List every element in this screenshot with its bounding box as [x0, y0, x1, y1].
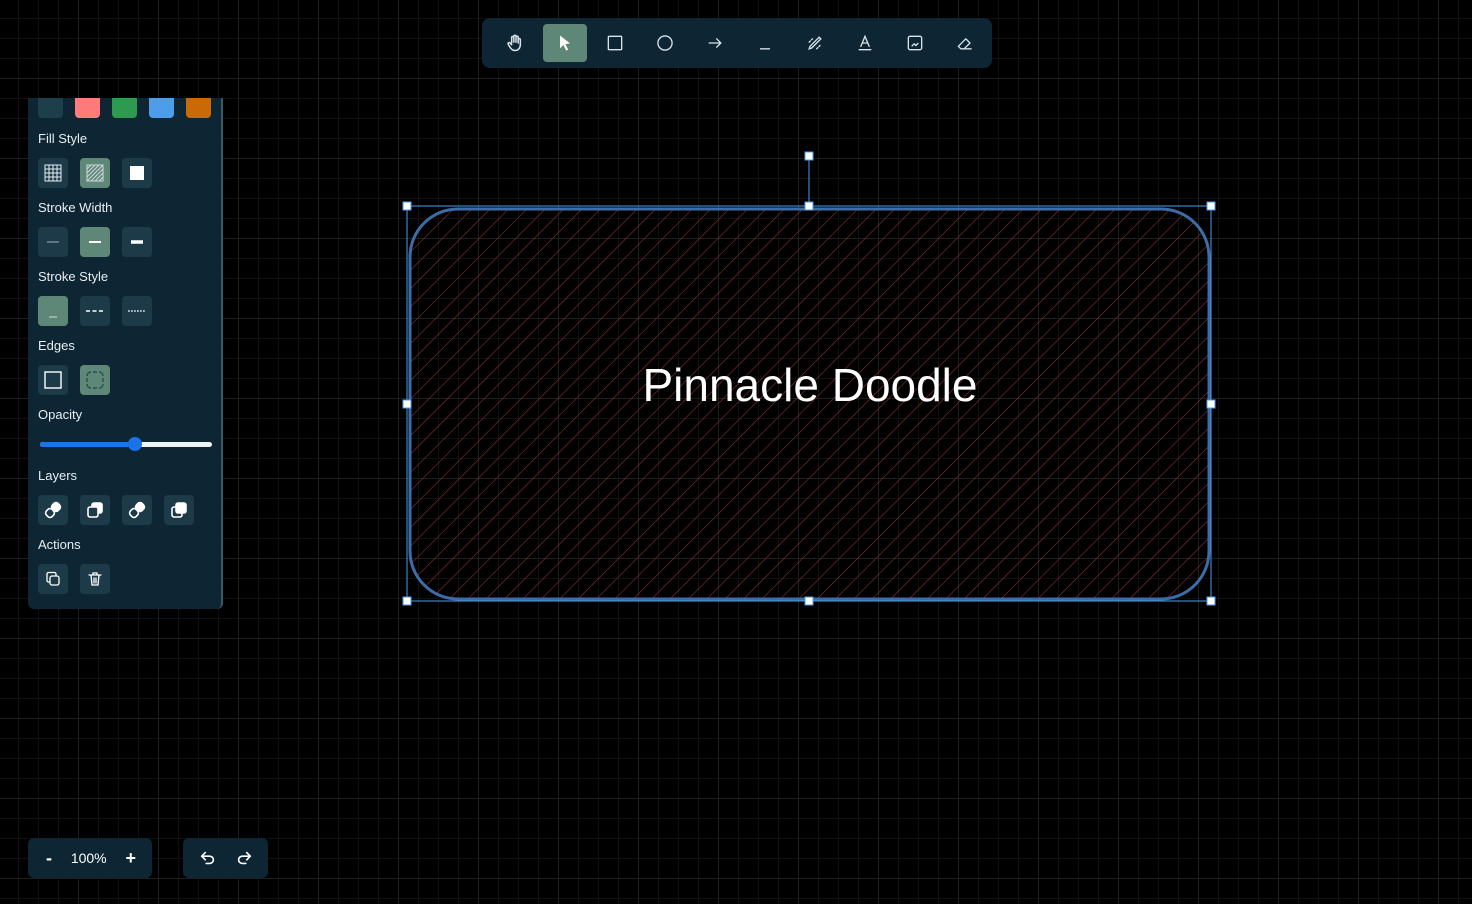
select-cursor-icon — [560, 35, 570, 51]
color-swatch[interactable] — [75, 98, 100, 118]
shape-text-label[interactable]: Pinnacle Doodle — [410, 358, 1210, 412]
image-icon — [907, 35, 923, 51]
color-swatch[interactable] — [149, 98, 174, 118]
bring-forward-button[interactable] — [122, 495, 152, 525]
hand-tool-button[interactable] — [493, 24, 537, 62]
bring-to-front-icon — [171, 502, 187, 518]
edges-options — [38, 365, 110, 395]
image-tool-button[interactable] — [893, 24, 937, 62]
medium-line-icon — [89, 241, 101, 243]
delete-button[interactable] — [80, 564, 110, 594]
fill-cross-hatch-button[interactable] — [38, 158, 68, 188]
bring-to-front-button[interactable] — [164, 495, 194, 525]
eraser-icon — [957, 38, 972, 50]
dashed-line-icon — [86, 310, 104, 312]
resize-handle-nw — [402, 201, 412, 211]
edge-round-button[interactable] — [80, 365, 110, 395]
bring-forward-icon — [128, 501, 146, 519]
fill-style-options — [38, 158, 152, 188]
zoom-out-button[interactable]: - — [46, 848, 52, 869]
properties-panel: Fill Style Stroke Width Stroke Style Edg… — [28, 98, 223, 609]
zoom-level: 100% — [70, 850, 107, 866]
duplicate-button[interactable] — [38, 564, 68, 594]
resize-handle-n — [804, 201, 814, 211]
rectangle-icon — [607, 35, 623, 51]
actions-label: Actions — [38, 537, 81, 552]
edges-label: Edges — [38, 338, 75, 353]
stroke-dotted-button[interactable] — [122, 296, 152, 326]
stroke-thin-button[interactable] — [38, 227, 68, 257]
text-tool-button[interactable] — [843, 24, 887, 62]
opacity-label: Opacity — [38, 407, 83, 422]
main-toolbar — [482, 18, 992, 68]
dotted-line-icon — [128, 310, 146, 312]
zoom-controls: - 100% + — [28, 838, 152, 878]
rotate-handle — [804, 151, 814, 161]
color-swatches — [38, 98, 211, 118]
text-icon — [858, 34, 872, 51]
history-controls — [183, 838, 268, 878]
pencil-tool-button[interactable] — [793, 24, 837, 62]
stroke-width-options — [38, 227, 152, 257]
stroke-width-label: Stroke Width — [38, 200, 113, 215]
stroke-style-label: Stroke Style — [38, 269, 109, 284]
copy-icon — [46, 571, 60, 586]
opacity-slider-fill — [40, 442, 135, 447]
resize-handle-ne — [1206, 201, 1216, 211]
opacity-slider[interactable] — [40, 437, 212, 451]
select-tool-button[interactable] — [543, 24, 587, 62]
eraser-tool-button[interactable] — [943, 24, 987, 62]
fill-hachure-button[interactable] — [80, 158, 110, 188]
actions-options — [38, 564, 110, 594]
hachure-icon — [86, 164, 104, 182]
arrow-icon — [708, 38, 722, 48]
opacity-slider-thumb[interactable] — [127, 437, 142, 451]
color-swatch[interactable] — [186, 98, 211, 118]
resize-handle-s — [804, 596, 814, 606]
resize-handle-se — [1206, 596, 1216, 606]
line-tool-button[interactable] — [743, 24, 787, 62]
ellipse-icon — [657, 35, 673, 51]
undo-icon[interactable] — [199, 849, 217, 867]
fill-style-label: Fill Style — [38, 131, 88, 146]
layers-label: Layers — [38, 468, 78, 483]
sharp-corner-icon — [44, 371, 62, 389]
fill-solid-button[interactable] — [122, 158, 152, 188]
arrow-tool-button[interactable] — [693, 24, 737, 62]
solid-fill-icon — [130, 166, 144, 180]
ellipse-tool-button[interactable] — [643, 24, 687, 62]
round-corner-icon — [86, 371, 104, 389]
thin-line-icon — [47, 241, 59, 243]
send-to-back-icon — [44, 501, 62, 519]
stroke-style-options — [38, 296, 152, 326]
pencil-icon — [808, 36, 822, 50]
color-swatch[interactable] — [38, 98, 63, 118]
rectangle-tool-button[interactable] — [593, 24, 637, 62]
line-icon — [760, 48, 770, 50]
stroke-bold-button[interactable] — [122, 227, 152, 257]
send-to-back-button[interactable] — [38, 495, 68, 525]
resize-handle-sw — [402, 596, 412, 606]
cross-hatch-icon — [44, 164, 62, 182]
stroke-dashed-button[interactable] — [80, 296, 110, 326]
send-backward-icon — [87, 502, 103, 518]
trash-icon — [88, 572, 102, 586]
solid-line-icon — [49, 316, 57, 318]
send-backward-button[interactable] — [80, 495, 110, 525]
stroke-medium-button[interactable] — [80, 227, 110, 257]
layers-options — [38, 495, 194, 525]
redo-icon[interactable] — [235, 849, 253, 867]
hand-icon — [507, 34, 522, 52]
zoom-in-button[interactable]: + — [125, 848, 136, 869]
bold-line-icon — [131, 240, 143, 244]
stroke-solid-button[interactable] — [38, 296, 68, 326]
edge-sharp-button[interactable] — [38, 365, 68, 395]
color-swatch[interactable] — [112, 98, 137, 118]
